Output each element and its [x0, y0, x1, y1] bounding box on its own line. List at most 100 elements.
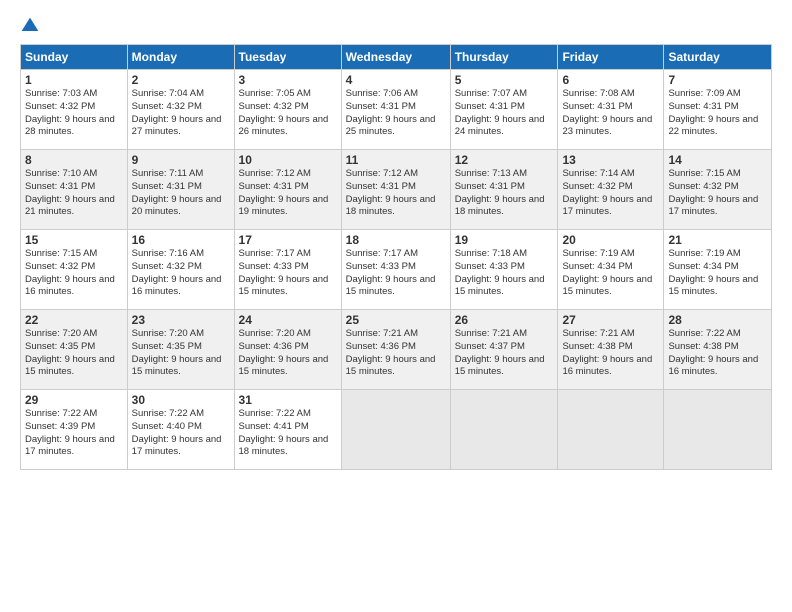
day-number: 17	[239, 233, 337, 247]
calendar-cell: 19 Sunrise: 7:18 AMSunset: 4:33 PMDaylig…	[450, 230, 558, 310]
day-info: Sunrise: 7:16 AMSunset: 4:32 PMDaylight:…	[132, 248, 222, 297]
calendar-week-row: 29 Sunrise: 7:22 AMSunset: 4:39 PMDaylig…	[21, 390, 772, 470]
day-number: 5	[455, 73, 554, 87]
calendar-cell: 17 Sunrise: 7:17 AMSunset: 4:33 PMDaylig…	[234, 230, 341, 310]
page: SundayMondayTuesdayWednesdayThursdayFrid…	[0, 0, 792, 612]
day-info: Sunrise: 7:20 AMSunset: 4:35 PMDaylight:…	[132, 328, 222, 377]
day-info: Sunrise: 7:15 AMSunset: 4:32 PMDaylight:…	[668, 168, 758, 217]
day-number: 29	[25, 393, 123, 407]
calendar-cell	[341, 390, 450, 470]
day-number: 12	[455, 153, 554, 167]
calendar-cell	[664, 390, 772, 470]
calendar-day-header: Thursday	[450, 45, 558, 70]
day-number: 1	[25, 73, 123, 87]
day-number: 19	[455, 233, 554, 247]
calendar-week-row: 15 Sunrise: 7:15 AMSunset: 4:32 PMDaylig…	[21, 230, 772, 310]
day-info: Sunrise: 7:20 AMSunset: 4:35 PMDaylight:…	[25, 328, 115, 377]
day-number: 28	[668, 313, 767, 327]
calendar-cell: 4 Sunrise: 7:06 AMSunset: 4:31 PMDayligh…	[341, 70, 450, 150]
day-info: Sunrise: 7:20 AMSunset: 4:36 PMDaylight:…	[239, 328, 329, 377]
day-info: Sunrise: 7:05 AMSunset: 4:32 PMDaylight:…	[239, 88, 329, 137]
calendar-cell: 31 Sunrise: 7:22 AMSunset: 4:41 PMDaylig…	[234, 390, 341, 470]
calendar-day-header: Friday	[558, 45, 664, 70]
day-info: Sunrise: 7:12 AMSunset: 4:31 PMDaylight:…	[239, 168, 329, 217]
day-number: 25	[346, 313, 446, 327]
day-info: Sunrise: 7:21 AMSunset: 4:38 PMDaylight:…	[562, 328, 652, 377]
day-number: 2	[132, 73, 230, 87]
day-info: Sunrise: 7:17 AMSunset: 4:33 PMDaylight:…	[346, 248, 436, 297]
calendar-cell: 11 Sunrise: 7:12 AMSunset: 4:31 PMDaylig…	[341, 150, 450, 230]
calendar-cell: 2 Sunrise: 7:04 AMSunset: 4:32 PMDayligh…	[127, 70, 234, 150]
day-info: Sunrise: 7:09 AMSunset: 4:31 PMDaylight:…	[668, 88, 758, 137]
day-number: 15	[25, 233, 123, 247]
day-info: Sunrise: 7:07 AMSunset: 4:31 PMDaylight:…	[455, 88, 545, 137]
calendar-day-header: Wednesday	[341, 45, 450, 70]
day-number: 14	[668, 153, 767, 167]
calendar-cell: 27 Sunrise: 7:21 AMSunset: 4:38 PMDaylig…	[558, 310, 664, 390]
calendar-day-header: Sunday	[21, 45, 128, 70]
calendar-table: SundayMondayTuesdayWednesdayThursdayFrid…	[20, 44, 772, 470]
calendar-cell: 15 Sunrise: 7:15 AMSunset: 4:32 PMDaylig…	[21, 230, 128, 310]
day-info: Sunrise: 7:21 AMSunset: 4:37 PMDaylight:…	[455, 328, 545, 377]
calendar-week-row: 8 Sunrise: 7:10 AMSunset: 4:31 PMDayligh…	[21, 150, 772, 230]
calendar-cell: 20 Sunrise: 7:19 AMSunset: 4:34 PMDaylig…	[558, 230, 664, 310]
day-info: Sunrise: 7:17 AMSunset: 4:33 PMDaylight:…	[239, 248, 329, 297]
calendar-cell: 16 Sunrise: 7:16 AMSunset: 4:32 PMDaylig…	[127, 230, 234, 310]
day-info: Sunrise: 7:13 AMSunset: 4:31 PMDaylight:…	[455, 168, 545, 217]
calendar-cell: 14 Sunrise: 7:15 AMSunset: 4:32 PMDaylig…	[664, 150, 772, 230]
day-number: 11	[346, 153, 446, 167]
calendar-cell: 25 Sunrise: 7:21 AMSunset: 4:36 PMDaylig…	[341, 310, 450, 390]
day-number: 30	[132, 393, 230, 407]
day-info: Sunrise: 7:22 AMSunset: 4:41 PMDaylight:…	[239, 408, 329, 457]
day-number: 9	[132, 153, 230, 167]
day-number: 13	[562, 153, 659, 167]
day-number: 26	[455, 313, 554, 327]
day-number: 27	[562, 313, 659, 327]
day-number: 23	[132, 313, 230, 327]
day-info: Sunrise: 7:04 AMSunset: 4:32 PMDaylight:…	[132, 88, 222, 137]
calendar-week-row: 22 Sunrise: 7:20 AMSunset: 4:35 PMDaylig…	[21, 310, 772, 390]
day-number: 6	[562, 73, 659, 87]
calendar-cell: 12 Sunrise: 7:13 AMSunset: 4:31 PMDaylig…	[450, 150, 558, 230]
day-number: 16	[132, 233, 230, 247]
logo	[20, 16, 42, 36]
calendar-day-header: Saturday	[664, 45, 772, 70]
day-number: 8	[25, 153, 123, 167]
day-info: Sunrise: 7:15 AMSunset: 4:32 PMDaylight:…	[25, 248, 115, 297]
day-number: 24	[239, 313, 337, 327]
calendar-week-row: 1 Sunrise: 7:03 AMSunset: 4:32 PMDayligh…	[21, 70, 772, 150]
day-number: 18	[346, 233, 446, 247]
calendar-day-header: Tuesday	[234, 45, 341, 70]
day-number: 21	[668, 233, 767, 247]
calendar-cell: 6 Sunrise: 7:08 AMSunset: 4:31 PMDayligh…	[558, 70, 664, 150]
calendar-cell: 8 Sunrise: 7:10 AMSunset: 4:31 PMDayligh…	[21, 150, 128, 230]
calendar-cell: 22 Sunrise: 7:20 AMSunset: 4:35 PMDaylig…	[21, 310, 128, 390]
day-info: Sunrise: 7:22 AMSunset: 4:38 PMDaylight:…	[668, 328, 758, 377]
calendar-cell: 30 Sunrise: 7:22 AMSunset: 4:40 PMDaylig…	[127, 390, 234, 470]
day-info: Sunrise: 7:21 AMSunset: 4:36 PMDaylight:…	[346, 328, 436, 377]
day-info: Sunrise: 7:22 AMSunset: 4:39 PMDaylight:…	[25, 408, 115, 457]
day-info: Sunrise: 7:22 AMSunset: 4:40 PMDaylight:…	[132, 408, 222, 457]
day-info: Sunrise: 7:03 AMSunset: 4:32 PMDaylight:…	[25, 88, 115, 137]
calendar-cell: 3 Sunrise: 7:05 AMSunset: 4:32 PMDayligh…	[234, 70, 341, 150]
calendar-cell: 23 Sunrise: 7:20 AMSunset: 4:35 PMDaylig…	[127, 310, 234, 390]
calendar-cell	[450, 390, 558, 470]
day-info: Sunrise: 7:14 AMSunset: 4:32 PMDaylight:…	[562, 168, 652, 217]
calendar-cell	[558, 390, 664, 470]
day-number: 31	[239, 393, 337, 407]
day-info: Sunrise: 7:18 AMSunset: 4:33 PMDaylight:…	[455, 248, 545, 297]
calendar-cell: 24 Sunrise: 7:20 AMSunset: 4:36 PMDaylig…	[234, 310, 341, 390]
calendar-cell: 13 Sunrise: 7:14 AMSunset: 4:32 PMDaylig…	[558, 150, 664, 230]
day-info: Sunrise: 7:11 AMSunset: 4:31 PMDaylight:…	[132, 168, 222, 217]
day-info: Sunrise: 7:19 AMSunset: 4:34 PMDaylight:…	[668, 248, 758, 297]
calendar-cell: 9 Sunrise: 7:11 AMSunset: 4:31 PMDayligh…	[127, 150, 234, 230]
header	[20, 16, 772, 36]
day-info: Sunrise: 7:06 AMSunset: 4:31 PMDaylight:…	[346, 88, 436, 137]
calendar-cell: 10 Sunrise: 7:12 AMSunset: 4:31 PMDaylig…	[234, 150, 341, 230]
day-number: 10	[239, 153, 337, 167]
day-info: Sunrise: 7:08 AMSunset: 4:31 PMDaylight:…	[562, 88, 652, 137]
calendar-day-header: Monday	[127, 45, 234, 70]
calendar-cell: 28 Sunrise: 7:22 AMSunset: 4:38 PMDaylig…	[664, 310, 772, 390]
calendar-cell: 26 Sunrise: 7:21 AMSunset: 4:37 PMDaylig…	[450, 310, 558, 390]
calendar-cell: 7 Sunrise: 7:09 AMSunset: 4:31 PMDayligh…	[664, 70, 772, 150]
